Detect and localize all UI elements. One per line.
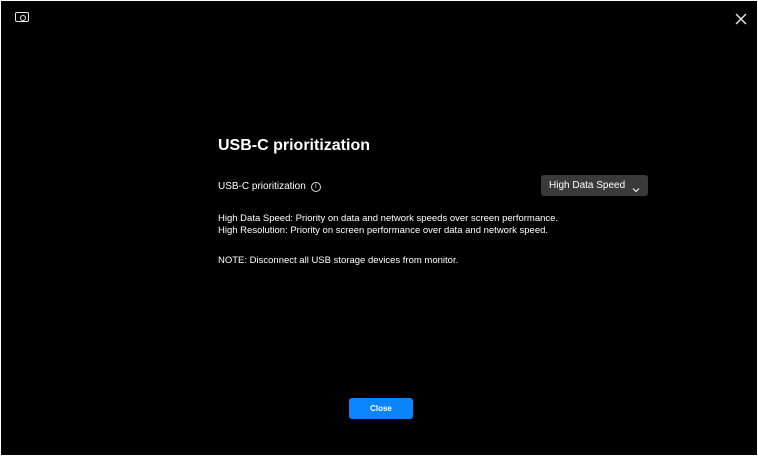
high-resolution-description: High Resolution: Priority on screen perf… bbox=[218, 225, 549, 236]
high-data-speed-description: High Data Speed: Priority on data and ne… bbox=[218, 213, 559, 224]
storage-note: NOTE: Disconnect all USB storage devices… bbox=[218, 255, 459, 266]
monitor-icon bbox=[15, 12, 29, 22]
settings-panel: USB-C prioritization USB-C prioritizatio… bbox=[218, 1, 658, 455]
close-icon[interactable] bbox=[733, 11, 749, 27]
dropdown-selected-value: High Data Speed bbox=[549, 180, 626, 191]
page-title: USB-C prioritization bbox=[218, 137, 370, 154]
info-icon[interactable] bbox=[310, 181, 321, 192]
close-button[interactable]: Close bbox=[349, 398, 413, 419]
usb-c-prioritization-dropdown[interactable]: High Data Speed bbox=[541, 175, 648, 196]
usb-c-prioritization-setting: USB-C prioritization bbox=[218, 181, 321, 192]
chevron-down-icon bbox=[632, 181, 640, 193]
usb-c-prioritization-dialog: USB-C prioritization USB-C prioritizatio… bbox=[1, 1, 757, 455]
setting-label: USB-C prioritization bbox=[218, 181, 306, 192]
